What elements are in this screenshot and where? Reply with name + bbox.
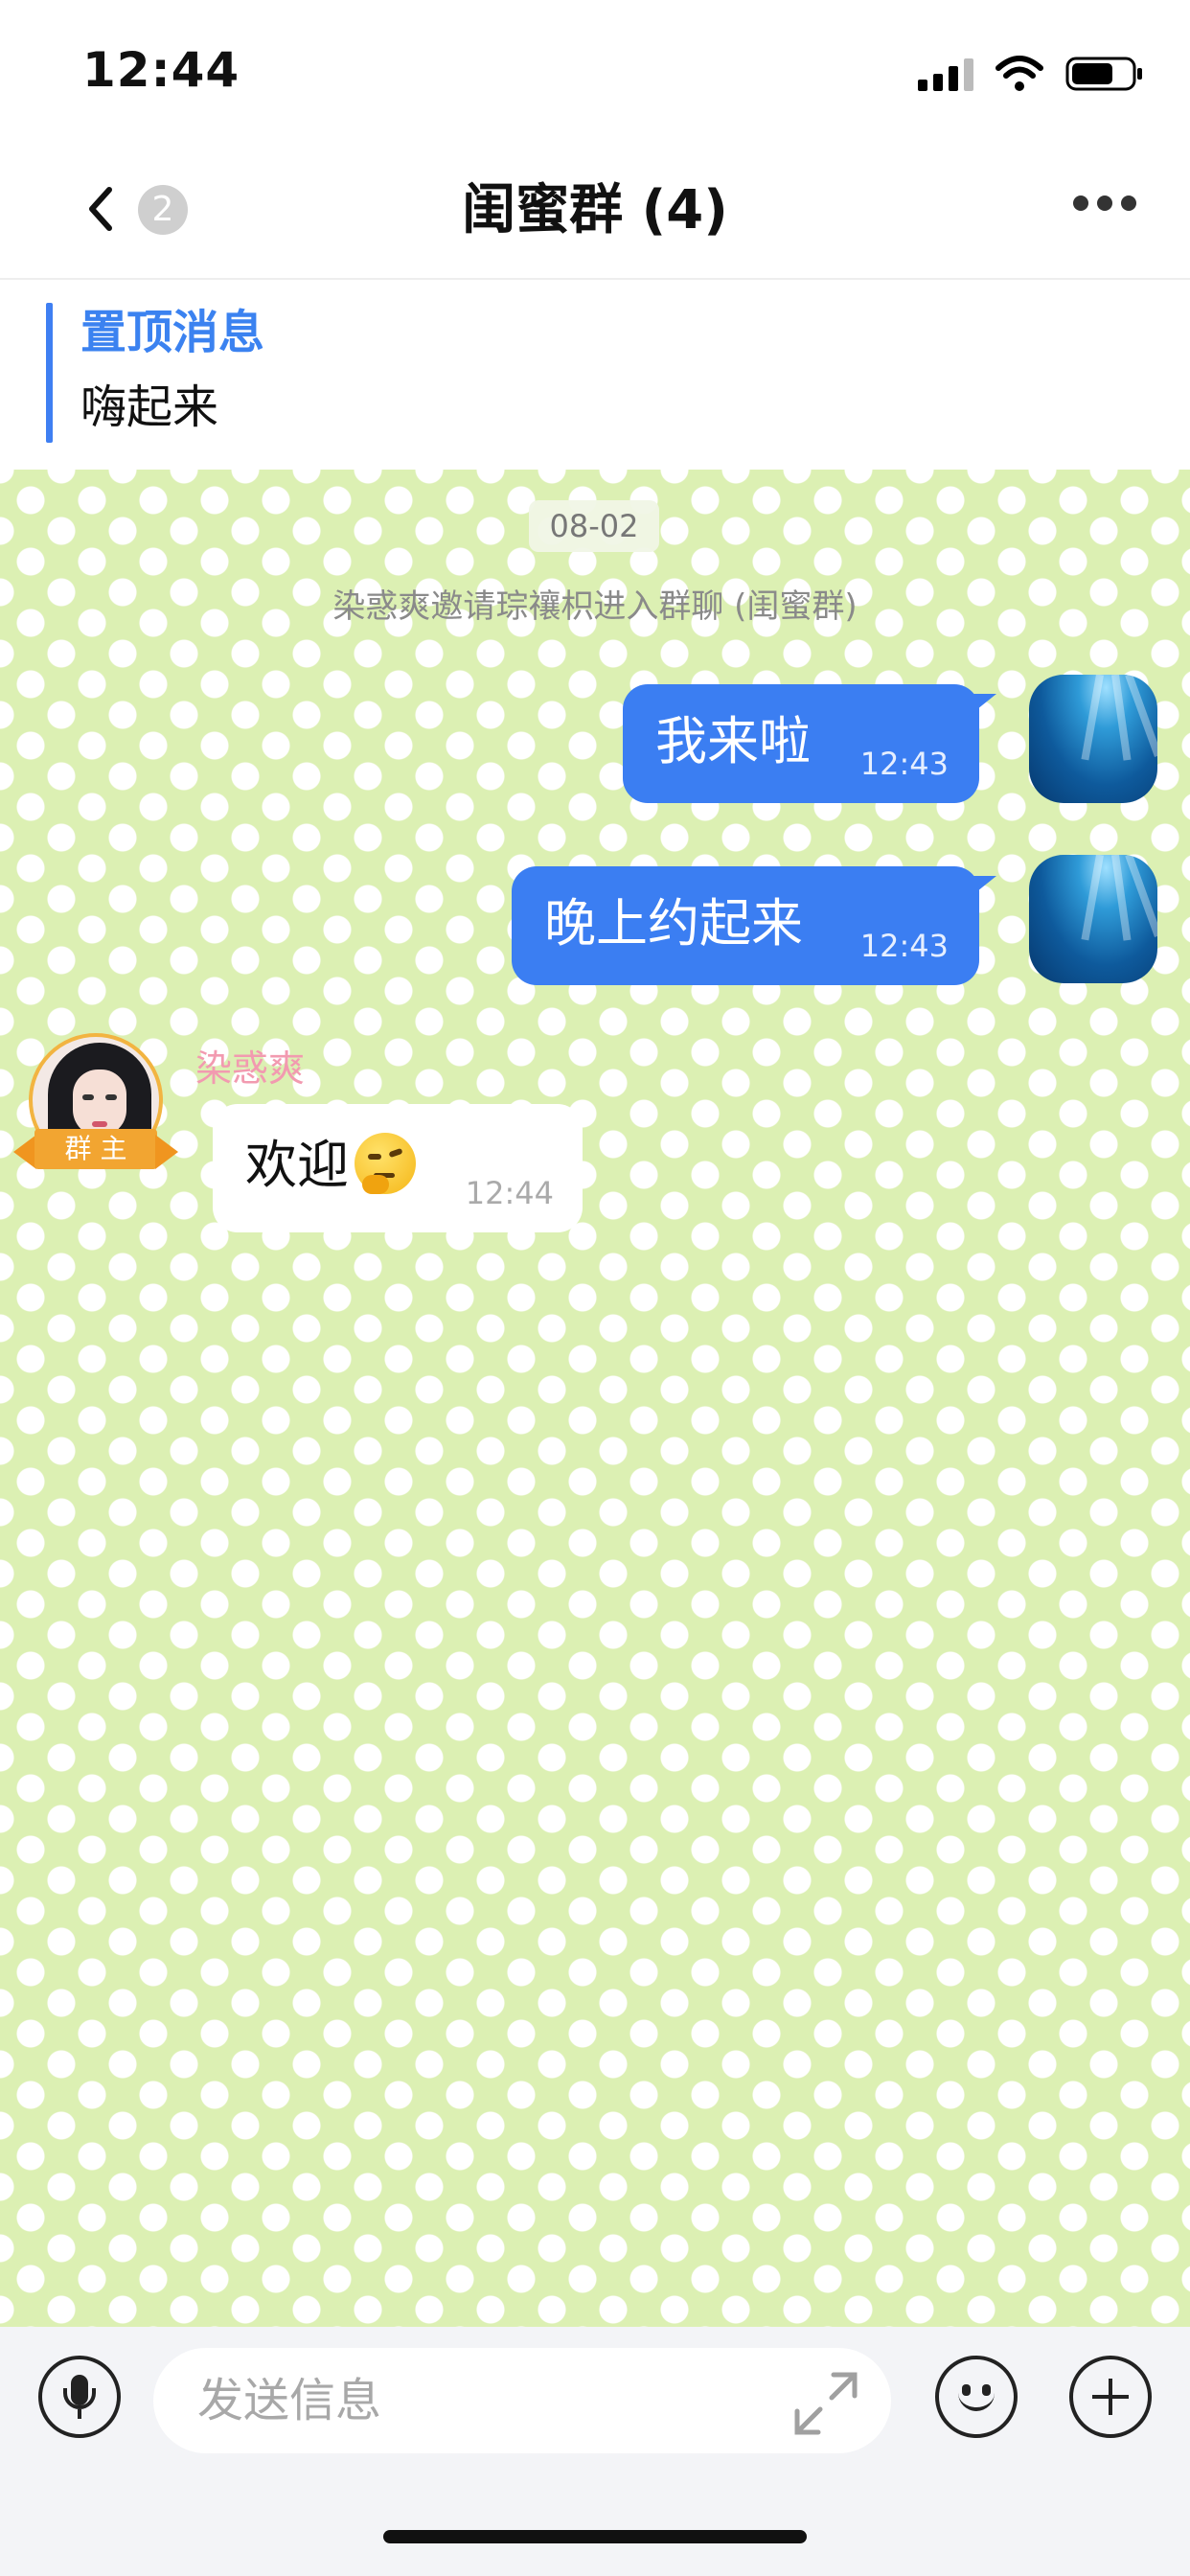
pinned-accent-bar (46, 303, 53, 443)
wifi-icon (995, 56, 1043, 91)
bubble-tail (968, 694, 996, 717)
pinned-text: 嗨起来 (80, 380, 219, 434)
emoji-button[interactable] (935, 2356, 1018, 2438)
my-avatar[interactable] (1029, 675, 1157, 803)
pinned-message[interactable]: 置顶消息 嗨起来 (0, 280, 1190, 470)
status-time: 12:44 (82, 42, 240, 98)
thinking-face-icon (355, 1133, 416, 1194)
message-time: 12:44 (465, 1175, 554, 1211)
pinned-title: 置顶消息 (80, 306, 265, 359)
outgoing-message-bubble[interactable]: 我来啦 12:43 (623, 684, 996, 803)
message-time: 12:43 (859, 746, 949, 782)
back-button[interactable] (73, 180, 130, 238)
group-owner-badge: 群 主 (13, 1129, 178, 1169)
outgoing-message-bubble[interactable]: 晚上约起来 12:43 (512, 866, 996, 985)
sender-name[interactable]: 染惑爽 (195, 1043, 305, 1094)
more-options-button[interactable] (1073, 192, 1136, 215)
dot-icon (1121, 196, 1136, 211)
message-text: 我来啦 (655, 711, 811, 771)
system-message: 染惑爽邀请琮禳枳进入群聊 (闺蜜群) (332, 587, 858, 626)
cellular-signal-icon (918, 57, 973, 91)
date-separator: 08-02 (529, 500, 659, 552)
incoming-message-bubble[interactable]: 欢迎 12:44 (213, 1104, 583, 1232)
message-text: 欢迎 (245, 1135, 349, 1195)
battery-icon (1065, 57, 1142, 91)
dot-icon (1073, 196, 1088, 211)
message-time: 12:43 (859, 928, 949, 964)
add-attachment-button[interactable] (1069, 2356, 1152, 2438)
dot-icon (1097, 196, 1112, 211)
home-indicator (383, 2530, 807, 2543)
group-owner-label: 群 主 (34, 1129, 157, 1169)
status-icons (918, 50, 1144, 98)
chat-area[interactable]: 08-02 染惑爽邀请琮禳枳进入群聊 (闺蜜群) 我来啦 12:43 晚上约起来… (0, 470, 1190, 2327)
expand-icon[interactable] (788, 2365, 864, 2442)
chat-title: 闺蜜群 (4) (462, 179, 728, 242)
unread-count-badge: 2 (138, 185, 188, 235)
message-input[interactable] (153, 2348, 891, 2453)
status-bar: 12:44 (0, 0, 1190, 144)
my-avatar[interactable] (1029, 855, 1157, 983)
message-text: 晚上约起来 (544, 893, 803, 954)
voice-input-button[interactable] (38, 2356, 121, 2438)
bubble-tail (968, 876, 996, 899)
